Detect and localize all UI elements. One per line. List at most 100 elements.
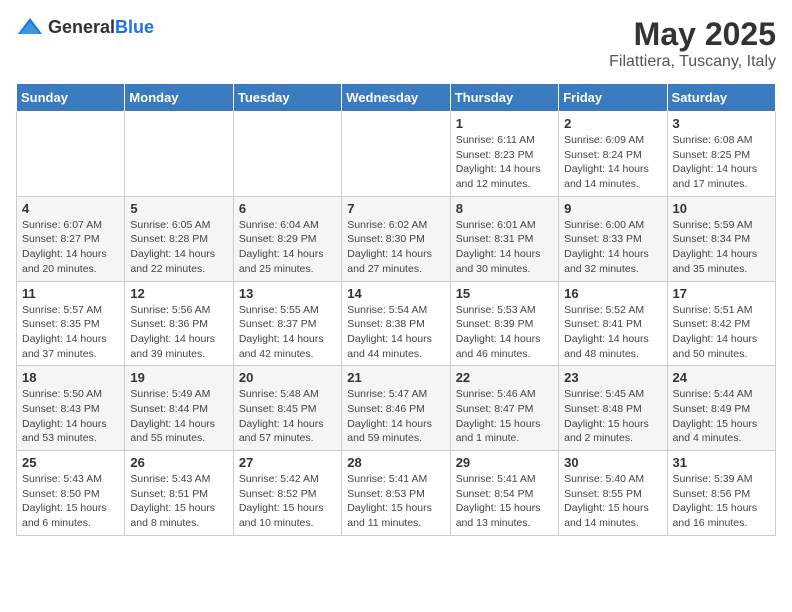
calendar-cell: 3Sunrise: 6:08 AMSunset: 8:25 PMDaylight…	[667, 112, 775, 197]
day-number: 14	[347, 286, 444, 301]
day-info: Sunrise: 6:11 AMSunset: 8:23 PMDaylight:…	[456, 133, 553, 192]
calendar-cell: 1 Sunrise: 6:11 AMSunset: 8:23 PMDaylight…	[450, 112, 558, 197]
day-info: Sunrise: 5:55 AMSunset: 8:37 PMDaylight:…	[239, 303, 336, 362]
day-info: Sunrise: 5:49 AMSunset: 8:44 PMDaylight:…	[130, 387, 227, 446]
calendar-week-5: 25Sunrise: 5:43 AMSunset: 8:50 PMDayligh…	[17, 451, 776, 536]
calendar-cell: 16 Sunrise: 5:52 AMSunset: 8:41 PMDayligh…	[559, 281, 667, 366]
day-number: 21	[347, 370, 444, 385]
calendar-cell: 21 Sunrise: 5:47 AMSunset: 8:46 PMDayligh…	[342, 366, 450, 451]
calendar-cell: 11 Sunrise: 5:57 AMSunset: 8:35 PMDayligh…	[17, 281, 125, 366]
day-info: Sunrise: 5:45 AMSunset: 8:48 PMDaylight:…	[564, 387, 661, 446]
calendar-week-1: 1 Sunrise: 6:11 AMSunset: 8:23 PMDaylight…	[17, 112, 776, 197]
day-number: 28	[347, 455, 444, 470]
day-info: Sunrise: 5:52 AMSunset: 8:41 PMDaylight:…	[564, 303, 661, 362]
day-header-thursday: Thursday	[450, 84, 558, 112]
day-info: Sunrise: 6:05 AMSunset: 8:28 PMDaylight:…	[130, 218, 227, 277]
day-number: 18	[22, 370, 119, 385]
calendar-cell: 14Sunrise: 5:54 AMSunset: 8:38 PMDayligh…	[342, 281, 450, 366]
calendar-cell: 30 Sunrise: 5:40 AMSunset: 8:55 PMDayligh…	[559, 451, 667, 536]
calendar-cell: 20Sunrise: 5:48 AMSunset: 8:45 PMDayligh…	[233, 366, 341, 451]
day-info: Sunrise: 5:56 AMSunset: 8:36 PMDaylight:…	[130, 303, 227, 362]
day-info: Sunrise: 5:41 AMSunset: 8:54 PMDaylight:…	[456, 472, 553, 531]
calendar-cell: 27 Sunrise: 5:42 AMSunset: 8:52 PMDayligh…	[233, 451, 341, 536]
day-number: 26	[130, 455, 227, 470]
calendar-cell: 22 Sunrise: 5:46 AMSunset: 8:47 PMDayligh…	[450, 366, 558, 451]
day-number: 13	[239, 286, 336, 301]
day-info: Sunrise: 6:02 AMSunset: 8:30 PMDaylight:…	[347, 218, 444, 277]
day-number: 22	[456, 370, 553, 385]
calendar-cell: 15 Sunrise: 5:53 AMSunset: 8:39 PMDayligh…	[450, 281, 558, 366]
day-info: Sunrise: 5:57 AMSunset: 8:35 PMDaylight:…	[22, 303, 119, 362]
day-header-tuesday: Tuesday	[233, 84, 341, 112]
day-info: Sunrise: 5:44 AMSunset: 8:49 PMDaylight:…	[673, 387, 770, 446]
calendar-cell: 2 Sunrise: 6:09 AMSunset: 8:24 PMDaylight…	[559, 112, 667, 197]
subtitle: Filattiera, Tuscany, Italy	[609, 53, 776, 71]
calendar-week-3: 11 Sunrise: 5:57 AMSunset: 8:35 PMDayligh…	[17, 281, 776, 366]
logo-blue: Blue	[115, 17, 154, 37]
day-number: 19	[130, 370, 227, 385]
calendar-cell: 7 Sunrise: 6:02 AMSunset: 8:30 PMDaylight…	[342, 196, 450, 281]
calendar-cell: 17Sunrise: 5:51 AMSunset: 8:42 PMDayligh…	[667, 281, 775, 366]
day-number: 27	[239, 455, 336, 470]
calendar-cell: 9 Sunrise: 6:00 AMSunset: 8:33 PMDaylight…	[559, 196, 667, 281]
day-info: Sunrise: 5:47 AMSunset: 8:46 PMDaylight:…	[347, 387, 444, 446]
calendar-cell: 19 Sunrise: 5:49 AMSunset: 8:44 PMDayligh…	[125, 366, 233, 451]
day-info: Sunrise: 5:41 AMSunset: 8:53 PMDaylight:…	[347, 472, 444, 531]
day-info: Sunrise: 5:59 AMSunset: 8:34 PMDaylight:…	[673, 218, 770, 277]
calendar-cell: 13 Sunrise: 5:55 AMSunset: 8:37 PMDayligh…	[233, 281, 341, 366]
day-info: Sunrise: 5:43 AMSunset: 8:51 PMDaylight:…	[130, 472, 227, 531]
calendar-cell: 8Sunrise: 6:01 AMSunset: 8:31 PMDaylight…	[450, 196, 558, 281]
calendar-cell: 25Sunrise: 5:43 AMSunset: 8:50 PMDayligh…	[17, 451, 125, 536]
page-header: GeneralBlue May 2025 Filattiera, Tuscany…	[16, 16, 776, 71]
day-number: 7	[347, 201, 444, 216]
main-title: May 2025	[609, 16, 776, 53]
day-info: Sunrise: 5:48 AMSunset: 8:45 PMDaylight:…	[239, 387, 336, 446]
calendar-week-2: 4Sunrise: 6:07 AMSunset: 8:27 PMDaylight…	[17, 196, 776, 281]
day-info: Sunrise: 6:07 AMSunset: 8:27 PMDaylight:…	[22, 218, 119, 277]
day-info: Sunrise: 6:00 AMSunset: 8:33 PMDaylight:…	[564, 218, 661, 277]
logo-general: General	[48, 17, 115, 37]
calendar-week-4: 18Sunrise: 5:50 AMSunset: 8:43 PMDayligh…	[17, 366, 776, 451]
day-number: 11	[22, 286, 119, 301]
day-number: 9	[564, 201, 661, 216]
day-number: 30	[564, 455, 661, 470]
day-number: 1	[456, 116, 553, 131]
calendar-cell: 6 Sunrise: 6:04 AMSunset: 8:29 PMDaylight…	[233, 196, 341, 281]
logo: GeneralBlue	[16, 16, 154, 38]
calendar-cell: 12 Sunrise: 5:56 AMSunset: 8:36 PMDayligh…	[125, 281, 233, 366]
day-info: Sunrise: 5:46 AMSunset: 8:47 PMDaylight:…	[456, 387, 553, 446]
day-info: Sunrise: 5:39 AMSunset: 8:56 PMDaylight:…	[673, 472, 770, 531]
calendar-cell: 10Sunrise: 5:59 AMSunset: 8:34 PMDayligh…	[667, 196, 775, 281]
day-header-saturday: Saturday	[667, 84, 775, 112]
calendar-cell: 5 Sunrise: 6:05 AMSunset: 8:28 PMDaylight…	[125, 196, 233, 281]
day-number: 29	[456, 455, 553, 470]
calendar-cell: 26 Sunrise: 5:43 AMSunset: 8:51 PMDayligh…	[125, 451, 233, 536]
calendar-cell: 29 Sunrise: 5:41 AMSunset: 8:54 PMDayligh…	[450, 451, 558, 536]
day-number: 12	[130, 286, 227, 301]
day-number: 5	[130, 201, 227, 216]
day-info: Sunrise: 5:53 AMSunset: 8:39 PMDaylight:…	[456, 303, 553, 362]
day-info: Sunrise: 5:42 AMSunset: 8:52 PMDaylight:…	[239, 472, 336, 531]
day-info: Sunrise: 6:04 AMSunset: 8:29 PMDaylight:…	[239, 218, 336, 277]
day-number: 15	[456, 286, 553, 301]
day-number: 25	[22, 455, 119, 470]
calendar-cell: 18Sunrise: 5:50 AMSunset: 8:43 PMDayligh…	[17, 366, 125, 451]
title-block: May 2025 Filattiera, Tuscany, Italy	[609, 16, 776, 71]
day-info: Sunrise: 6:09 AMSunset: 8:24 PMDaylight:…	[564, 133, 661, 192]
calendar-cell	[125, 112, 233, 197]
day-header-sunday: Sunday	[17, 84, 125, 112]
day-number: 6	[239, 201, 336, 216]
day-info: Sunrise: 5:51 AMSunset: 8:42 PMDaylight:…	[673, 303, 770, 362]
calendar-cell: 23Sunrise: 5:45 AMSunset: 8:48 PMDayligh…	[559, 366, 667, 451]
day-info: Sunrise: 6:01 AMSunset: 8:31 PMDaylight:…	[456, 218, 553, 277]
calendar-cell	[233, 112, 341, 197]
day-number: 24	[673, 370, 770, 385]
calendar-cell: 24 Sunrise: 5:44 AMSunset: 8:49 PMDayligh…	[667, 366, 775, 451]
day-number: 16	[564, 286, 661, 301]
logo-icon	[16, 16, 44, 38]
day-number: 2	[564, 116, 661, 131]
calendar-cell	[17, 112, 125, 197]
day-number: 3	[673, 116, 770, 131]
day-info: Sunrise: 5:40 AMSunset: 8:55 PMDaylight:…	[564, 472, 661, 531]
day-header-wednesday: Wednesday	[342, 84, 450, 112]
